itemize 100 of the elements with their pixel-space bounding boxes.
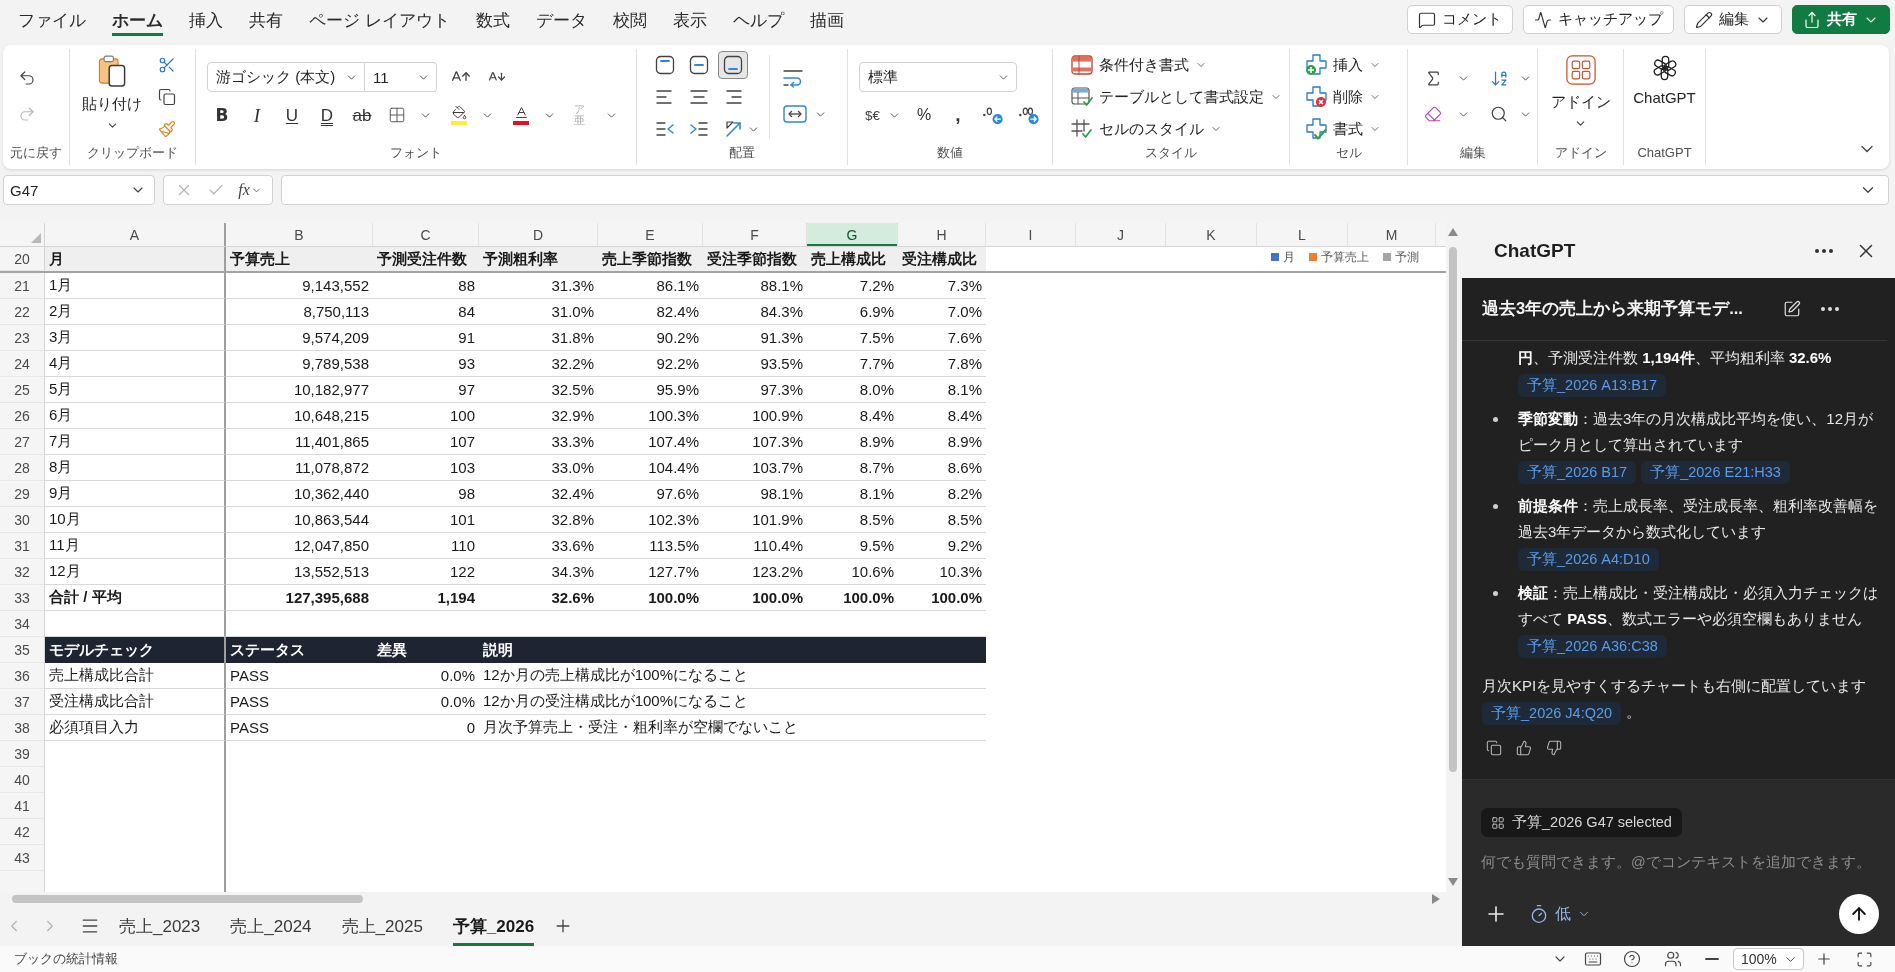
workbook-statistics-link[interactable]: ブックの統計情報 xyxy=(14,950,118,968)
scroll-right-arrow-icon[interactable] xyxy=(1432,894,1440,904)
row-header[interactable]: 29 xyxy=(0,481,45,507)
catch-up-button[interactable]: キャッチアップ xyxy=(1523,5,1674,34)
row-header[interactable]: 20 xyxy=(0,247,45,271)
row-header[interactable]: 26 xyxy=(0,403,45,429)
menu-tab[interactable]: 共有 xyxy=(249,4,283,36)
sheet-reference-chip[interactable]: 予算_2026 E21:H33 xyxy=(1641,461,1790,485)
double-underline-button[interactable]: D xyxy=(312,101,342,129)
underline-button[interactable]: U xyxy=(277,101,307,129)
sheet-tab[interactable]: 売上_2023 xyxy=(119,906,201,946)
row-header[interactable]: 42 xyxy=(0,819,45,845)
sheet-tab[interactable]: 売上_2024 xyxy=(230,906,312,946)
menu-tab[interactable]: ページ レイアウト xyxy=(309,4,450,36)
column-header[interactable]: M xyxy=(1348,223,1436,246)
row-header[interactable]: 25 xyxy=(0,377,45,403)
bold-button[interactable]: B xyxy=(207,101,237,129)
row-header[interactable]: 40 xyxy=(0,767,45,793)
row-header[interactable]: 30 xyxy=(0,507,45,533)
row-header[interactable]: 22 xyxy=(0,299,45,325)
conditional-format-button[interactable]: 条件付き書式 xyxy=(1068,51,1210,79)
row-header[interactable]: 43 xyxy=(0,845,45,871)
column-header[interactable]: K xyxy=(1166,223,1257,246)
row-header[interactable]: 24 xyxy=(0,351,45,377)
column-header[interactable]: E xyxy=(598,223,703,246)
sheet-reference-chip[interactable]: 予算_2026 A13:B17 xyxy=(1518,374,1666,398)
column-header[interactable]: B xyxy=(226,223,373,246)
font-name-dropdown[interactable]: 游ゴシック (本文) xyxy=(207,62,365,92)
menu-tab[interactable]: 挿入 xyxy=(189,4,223,36)
menu-tab[interactable]: ホーム xyxy=(112,4,163,36)
row-header[interactable]: 33 xyxy=(0,585,45,611)
menu-tab[interactable]: 描画 xyxy=(809,4,844,36)
scroll-up-arrow-icon[interactable] xyxy=(1448,228,1458,236)
row-header[interactable]: 36 xyxy=(0,663,45,689)
scrollbar-thumb[interactable] xyxy=(1449,247,1457,772)
reasoning-effort-button[interactable]: 低 xyxy=(1525,903,1595,925)
insert-function-button[interactable]: fx xyxy=(236,181,264,199)
font-size-dropdown[interactable]: 11 xyxy=(365,62,437,92)
zoom-level-dropdown[interactable]: 100% xyxy=(1733,948,1804,970)
sheet-reference-chip[interactable]: 予算_2026 B17 xyxy=(1518,461,1637,485)
chatgpt-button[interactable]: ChatGPT xyxy=(1627,49,1702,141)
menu-tab[interactable]: ファイル xyxy=(18,4,86,36)
row-header[interactable]: 41 xyxy=(0,793,45,819)
format-as-table-button[interactable]: テーブルとして書式設定 xyxy=(1068,83,1285,111)
menu-tab[interactable]: 表示 xyxy=(672,4,707,36)
paste-button[interactable]: 貼り付け xyxy=(74,49,150,141)
currency-format-button[interactable]: $€ xyxy=(859,101,905,129)
people-icon xyxy=(1664,950,1682,968)
sheet-reference-chip[interactable]: 予算_2026 A4:D10 xyxy=(1518,548,1659,572)
row-header[interactable]: 35 xyxy=(0,637,45,663)
message-input[interactable]: 何でも質問できます。@でコンテキストを追加できます。 xyxy=(1481,849,1879,875)
context-chip[interactable]: 予算_2026 G47 selected xyxy=(1481,808,1682,837)
align-right-icon xyxy=(723,88,743,106)
column-header[interactable]: C xyxy=(373,223,479,246)
row-header[interactable]: 27 xyxy=(0,429,45,455)
number-format-dropdown[interactable]: 標準 xyxy=(859,62,1017,92)
sheet-reference-chip[interactable]: 予算_2026 A36:C38 xyxy=(1518,635,1667,659)
column-header[interactable]: H xyxy=(898,223,986,246)
column-header[interactable]: I xyxy=(986,223,1076,246)
row-header[interactable]: 21 xyxy=(0,273,45,299)
column-header[interactable]: L xyxy=(1257,223,1348,246)
row-header[interactable]: 28 xyxy=(0,455,45,481)
row-header[interactable]: 32 xyxy=(0,559,45,585)
comma-format-button[interactable]: , xyxy=(943,101,973,129)
comment-button[interactable]: コメント xyxy=(1407,5,1513,34)
menu-tab[interactable]: ヘルプ xyxy=(732,4,784,36)
column-header[interactable]: D xyxy=(479,223,598,246)
cell-styles-button[interactable]: セルのスタイル xyxy=(1068,115,1225,143)
send-button[interactable] xyxy=(1839,894,1879,934)
name-box[interactable]: G47 xyxy=(3,175,155,205)
row-header[interactable]: 23 xyxy=(0,325,45,351)
italic-button[interactable]: I xyxy=(242,101,272,129)
row-header[interactable]: 38 xyxy=(0,715,45,741)
formula-input[interactable] xyxy=(281,175,1889,205)
menu-tab[interactable]: 校閲 xyxy=(612,4,647,36)
legend-label: 予測 xyxy=(1395,250,1419,264)
delete-cells-button[interactable]: 削除 xyxy=(1302,83,1384,111)
add-ins-button[interactable]: アドイン xyxy=(1542,49,1619,141)
menu-tab[interactable]: 数式 xyxy=(475,4,510,36)
format-cells-button[interactable]: 書式 xyxy=(1302,115,1384,143)
align-bottom-button[interactable] xyxy=(718,51,748,79)
editing-mode-button[interactable]: 編集 xyxy=(1684,5,1782,34)
share-button[interactable]: 共有 xyxy=(1792,5,1890,34)
menu-tab[interactable]: データ xyxy=(535,4,587,36)
grid-border-icon xyxy=(388,106,406,124)
strikethrough-button[interactable]: ab xyxy=(347,101,377,129)
horizontal-scrollbar[interactable] xyxy=(0,892,1460,906)
column-header[interactable]: J xyxy=(1076,223,1166,246)
scrollbar-thumb[interactable] xyxy=(12,895,363,903)
row-header[interactable]: 37 xyxy=(0,689,45,715)
percent-format-button[interactable]: % xyxy=(909,101,939,129)
sheet-tab[interactable]: 売上_2025 xyxy=(341,906,423,946)
scroll-down-arrow-icon[interactable] xyxy=(1448,878,1458,886)
row-header[interactable]: 31 xyxy=(0,533,45,559)
header-cell: 売上季節指数 xyxy=(598,247,703,271)
row-header[interactable]: 34 xyxy=(0,611,45,637)
row-header[interactable]: 39 xyxy=(0,741,45,767)
insert-cells-button[interactable]: 挿入 xyxy=(1302,51,1384,79)
sheet-reference-chip[interactable]: 予算_2026 J4:Q20 xyxy=(1482,702,1622,726)
column-header[interactable]: G xyxy=(807,223,898,246)
